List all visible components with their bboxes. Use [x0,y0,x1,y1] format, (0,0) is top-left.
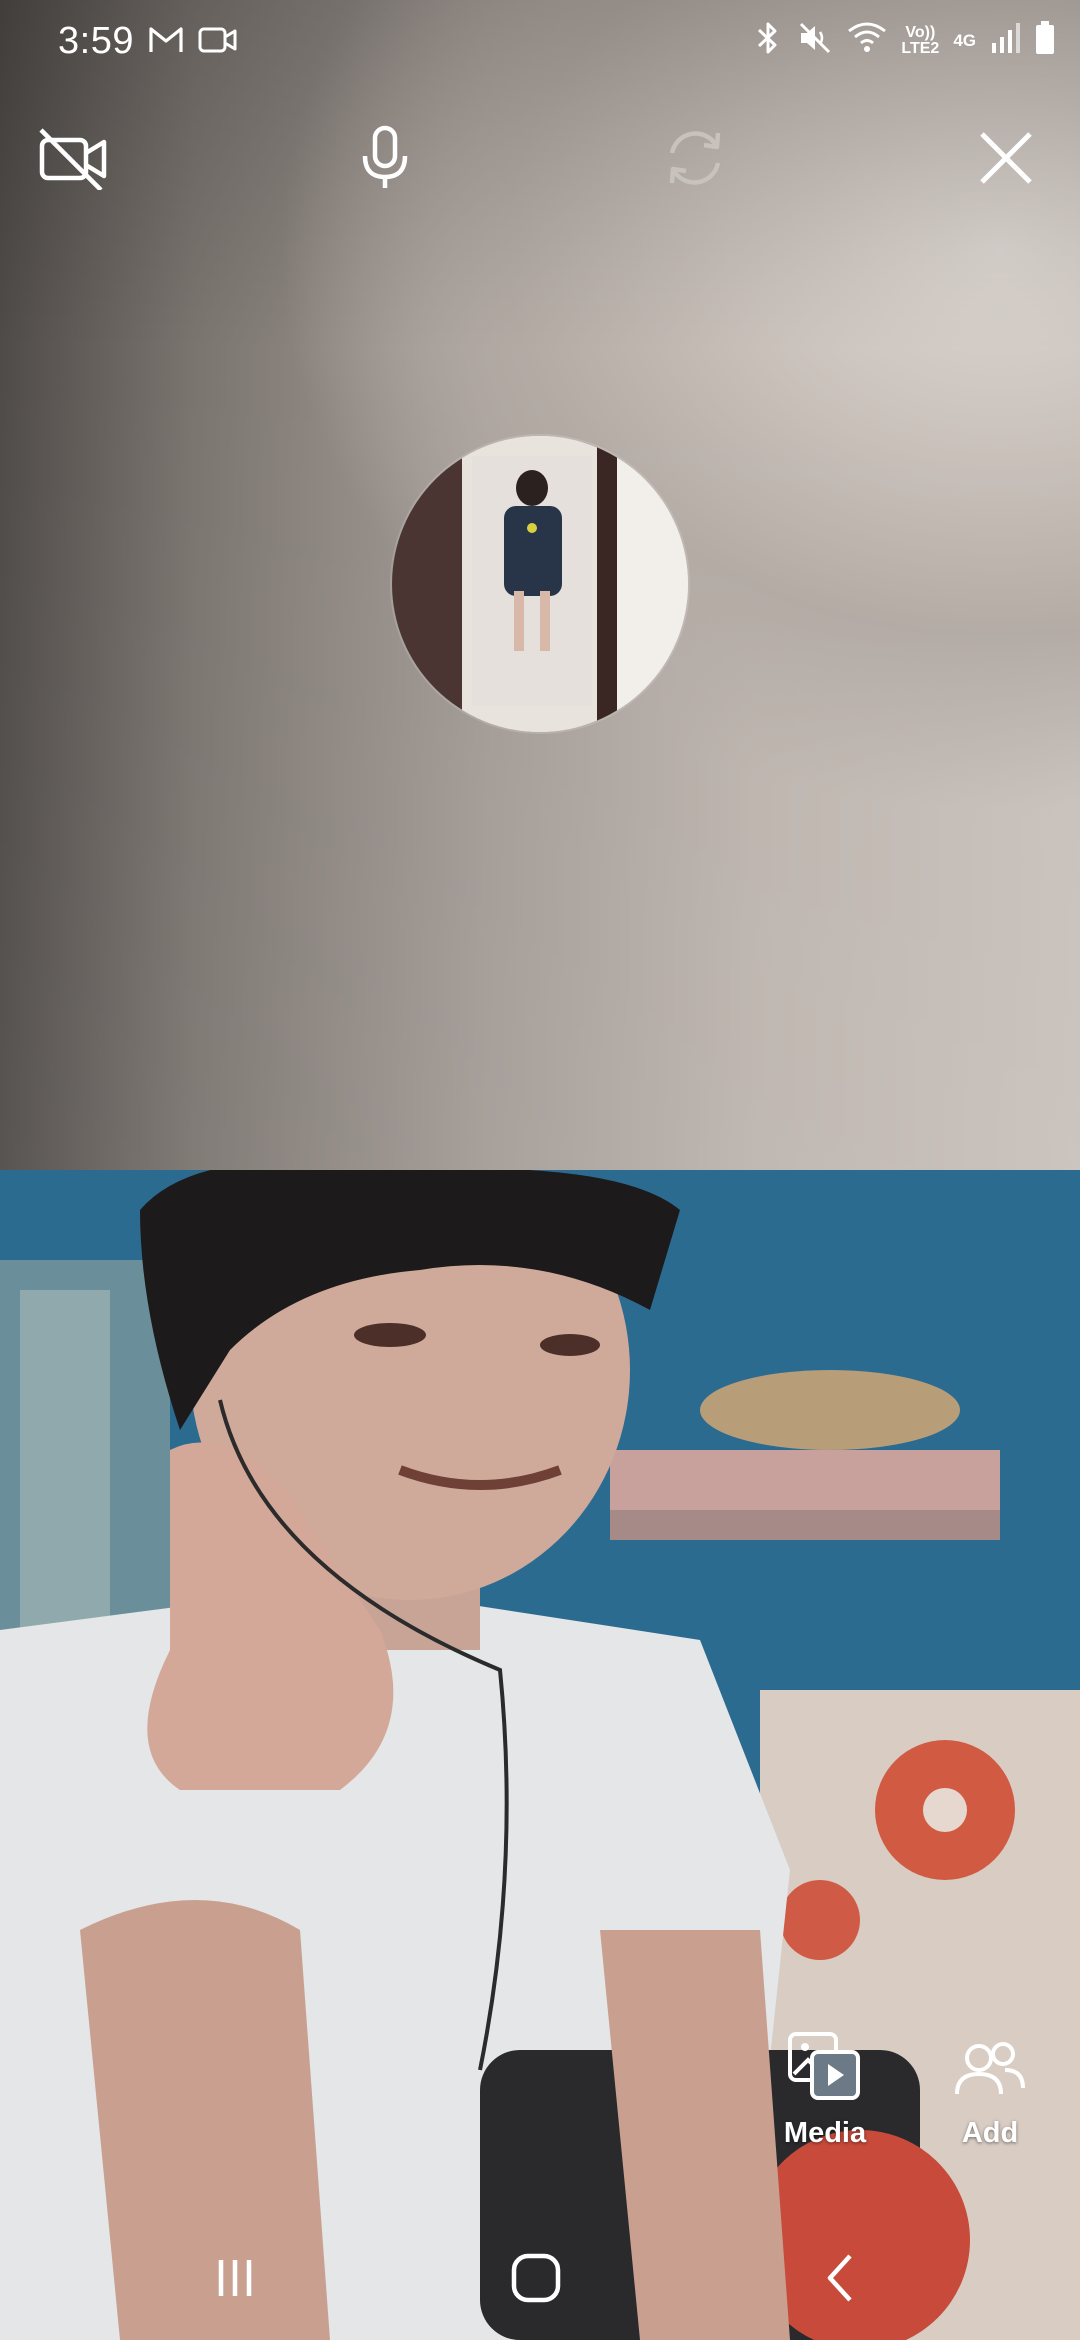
bluetooth-icon [753,20,783,61]
call-actions: Media Add [760,1980,1080,2150]
camera-off-button[interactable] [33,120,113,200]
end-call-button[interactable] [966,120,1046,200]
network-type-label: 4G [953,30,976,50]
recent-apps-button[interactable] [195,2248,275,2312]
camera-feed-illustration [0,1170,1080,2340]
video-off-icon [37,126,109,195]
home-icon [510,2252,562,2309]
network-type-text: 4G [953,30,976,50]
microphone-button[interactable] [345,120,425,200]
mute-icon [797,20,833,61]
status-time: 3:59 [58,20,134,62]
back-icon [822,2252,858,2309]
wifi-icon [847,21,887,60]
call-controls [0,120,1080,200]
back-button[interactable] [800,2248,880,2312]
recent-apps-icon [213,2256,257,2305]
add-people-icon [953,2038,1027,2107]
lte-text: LTE2 [901,39,940,57]
volte-label: Vo)) LTE2 [901,23,940,57]
avatar-photo [392,436,688,732]
close-icon [976,128,1036,193]
local-video-pane [0,1170,1080,2340]
volte-text: Vo)) [905,23,936,41]
home-button[interactable] [496,2248,576,2312]
media-button[interactable]: Media [765,2030,885,2150]
add-label: Add [961,2117,1019,2149]
battery-icon [1034,20,1056,61]
add-participant-button[interactable]: Add [930,2038,1050,2150]
gmail-icon [148,24,184,61]
status-bar: 3:59 Vo)) LTE2 4G [0,0,1080,86]
microphone-icon [360,125,410,196]
signal-icon [990,21,1020,60]
remote-participant-avatar [392,436,688,732]
flip-camera-button[interactable] [655,120,735,200]
video-icon [198,24,238,61]
media-label: Media [783,2117,867,2149]
system-navigation-bar [0,2220,1080,2340]
media-icon [786,2030,864,2107]
flip-camera-icon [660,123,730,198]
